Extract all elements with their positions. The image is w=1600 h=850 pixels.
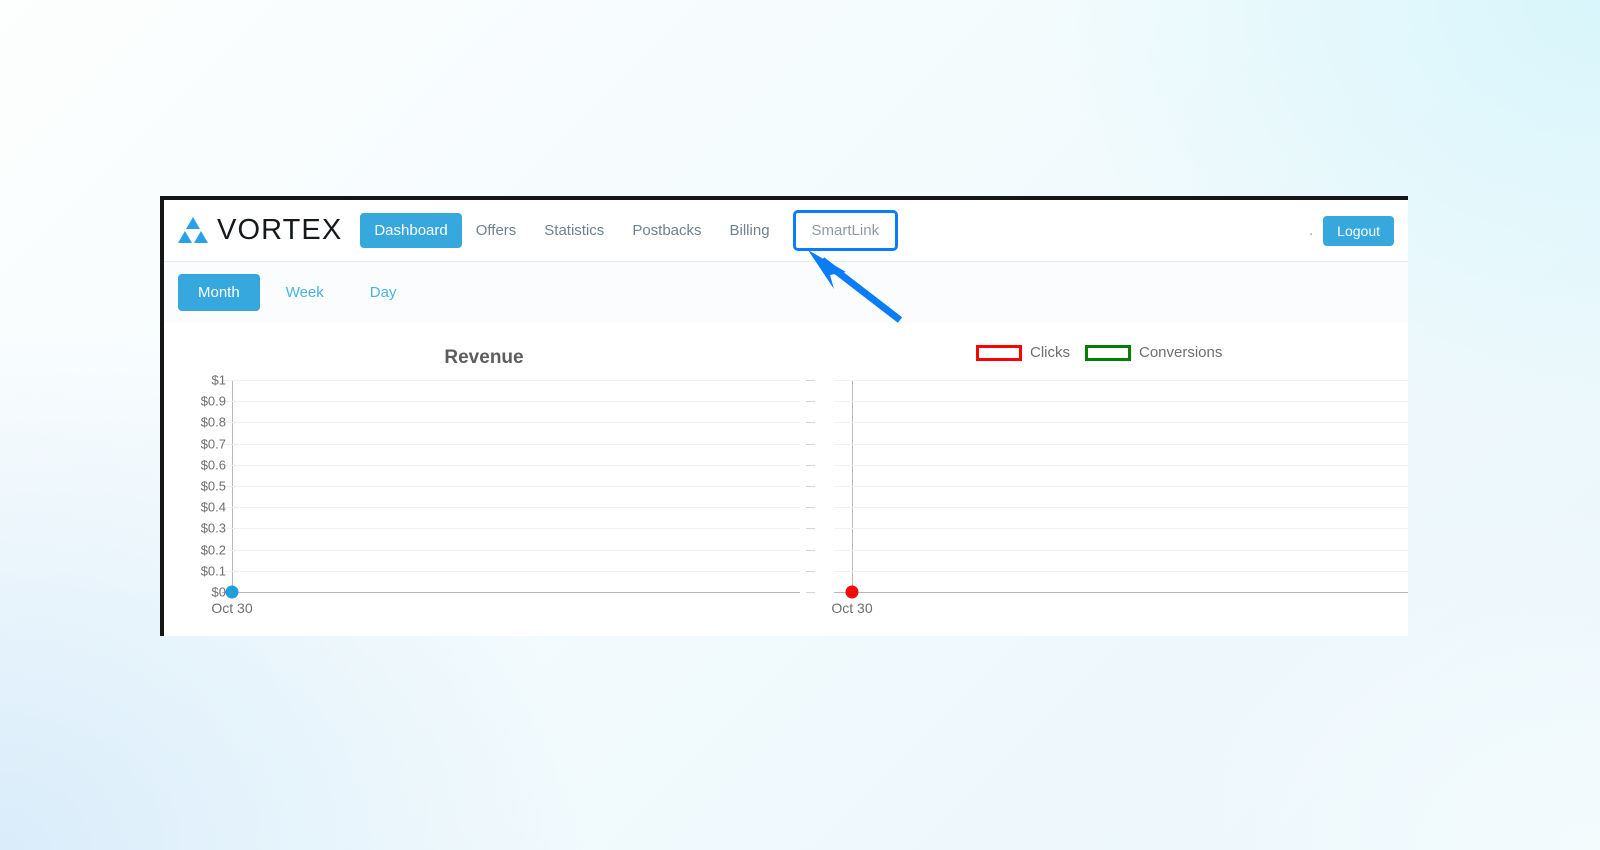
chart-gridline <box>834 570 1408 572</box>
primary-nav: Dashboard Offers Statistics Postbacks Bi… <box>360 210 899 251</box>
chart-data-point[interactable] <box>845 585 859 599</box>
chart-gridline <box>834 592 1408 593</box>
chart-y-tick-label: $0.9 <box>200 393 226 409</box>
nav-separator-dot: . <box>1309 221 1314 239</box>
chart-gridline <box>834 486 1408 487</box>
nav-right-group: . Logout <box>1309 215 1408 246</box>
chart-gridline <box>222 549 800 551</box>
chart-legend: Clicks Conversions <box>976 344 1222 361</box>
chart-gridline <box>834 443 1408 445</box>
brand-name: VORTEX <box>217 214 343 246</box>
chart-y-tick-stub <box>806 486 815 487</box>
nav-item-offers[interactable]: Offers <box>462 213 531 248</box>
chart-y-tick-stub <box>806 549 815 551</box>
chart-gridline <box>834 464 1408 466</box>
chart-x-tick-label: Oct 30 <box>831 600 873 616</box>
legend-label-clicks: Clicks <box>1030 344 1070 361</box>
chart-gridline <box>222 507 800 509</box>
legend-swatch-clicks-icon <box>976 344 1022 361</box>
revenue-chart-title: Revenue <box>444 347 524 368</box>
chart-y-tick-stub <box>806 464 815 466</box>
period-tab-bar: Month Week Day <box>164 262 1408 322</box>
nav-item-postbacks[interactable]: Postbacks <box>618 213 715 248</box>
chart-gridline <box>222 528 800 530</box>
chart-gridline <box>834 528 1408 530</box>
nav-item-billing[interactable]: Billing <box>716 213 784 248</box>
chart-y-tick-stub <box>806 422 815 424</box>
chart-data-point[interactable] <box>225 585 239 599</box>
triangle-trio-logo-icon <box>178 217 208 244</box>
chart-y-tick-label: $0.6 <box>200 457 226 473</box>
tab-day[interactable]: Day <box>350 274 417 311</box>
nav-item-dashboard[interactable]: Dashboard <box>360 213 462 248</box>
chart-y-tick-stub <box>806 507 815 509</box>
chart-gridline <box>222 486 800 487</box>
chart-y-tick-stub <box>806 592 815 593</box>
legend-label-conversions: Conversions <box>1139 344 1223 361</box>
revenue-chart-plot: $1 $0.9 $0.8 $0.7 $0.6 $0.5 $0.4 $0.3 $0.2 $0.1 $0… <box>201 373 800 616</box>
legend-swatch-conversions-icon <box>1085 344 1131 361</box>
chart-y-tick-label: $0.3 <box>200 520 226 536</box>
tab-week[interactable]: Week <box>266 274 344 311</box>
chart-y-tick-stub <box>806 528 815 530</box>
chart-y-tick-label: $0.7 <box>200 436 226 452</box>
chart-gridline <box>834 401 1408 403</box>
chart-y-tick-stub <box>806 401 815 403</box>
chart-gridline <box>222 443 800 445</box>
chart-y-tick-label: $0.4 <box>200 499 226 515</box>
charts-region: Revenue Clicks Conversions $1 $0.9 $0.8 $0.… <box>164 322 1408 632</box>
logo-triangle-top <box>186 217 200 229</box>
chart-y-tick-label: $0.2 <box>200 542 226 558</box>
chart-gridline <box>834 422 1408 424</box>
application-window: VORTEX Dashboard Offers Statistics Postb… <box>160 196 1408 636</box>
chart-gridline <box>222 401 800 403</box>
chart-gridline <box>834 549 1408 551</box>
chart-y-tick-stub <box>806 570 815 572</box>
logo-triangle-right <box>194 231 208 243</box>
top-navigation-bar: VORTEX Dashboard Offers Statistics Postb… <box>164 200 1408 262</box>
chart-gridline <box>834 507 1408 509</box>
chart-gridline <box>222 570 800 572</box>
chart-x-tick-label: Oct 30 <box>211 600 253 616</box>
tab-month[interactable]: Month <box>178 273 260 311</box>
chart-gridline <box>222 422 800 424</box>
chart-y-tick-stub <box>806 443 815 445</box>
nav-item-smartlink[interactable]: SmartLink <box>792 210 899 251</box>
clicks-conversions-chart-plot: Oct 30 <box>806 380 1408 616</box>
chart-gridline <box>222 464 800 466</box>
nav-item-statistics[interactable]: Statistics <box>530 213 618 248</box>
chart-gridline <box>222 380 800 381</box>
chart-y-tick-label: $0.1 <box>200 563 226 579</box>
chart-y-tick-label: $0.8 <box>200 414 226 430</box>
chart-y-tick-stub <box>806 380 815 381</box>
brand-logo[interactable]: VORTEX <box>178 214 342 247</box>
logo-triangle-left <box>178 231 192 243</box>
chart-gridline <box>222 592 800 593</box>
legend-item-conversions: Conversions <box>1085 344 1222 361</box>
logout-button[interactable]: Logout <box>1323 215 1394 246</box>
chart-gridline <box>834 380 1408 381</box>
chart-y-tick-label: $1 <box>211 372 226 388</box>
chart-y-tick-label: $0.5 <box>200 478 226 494</box>
legend-item-clicks: Clicks <box>976 344 1070 361</box>
